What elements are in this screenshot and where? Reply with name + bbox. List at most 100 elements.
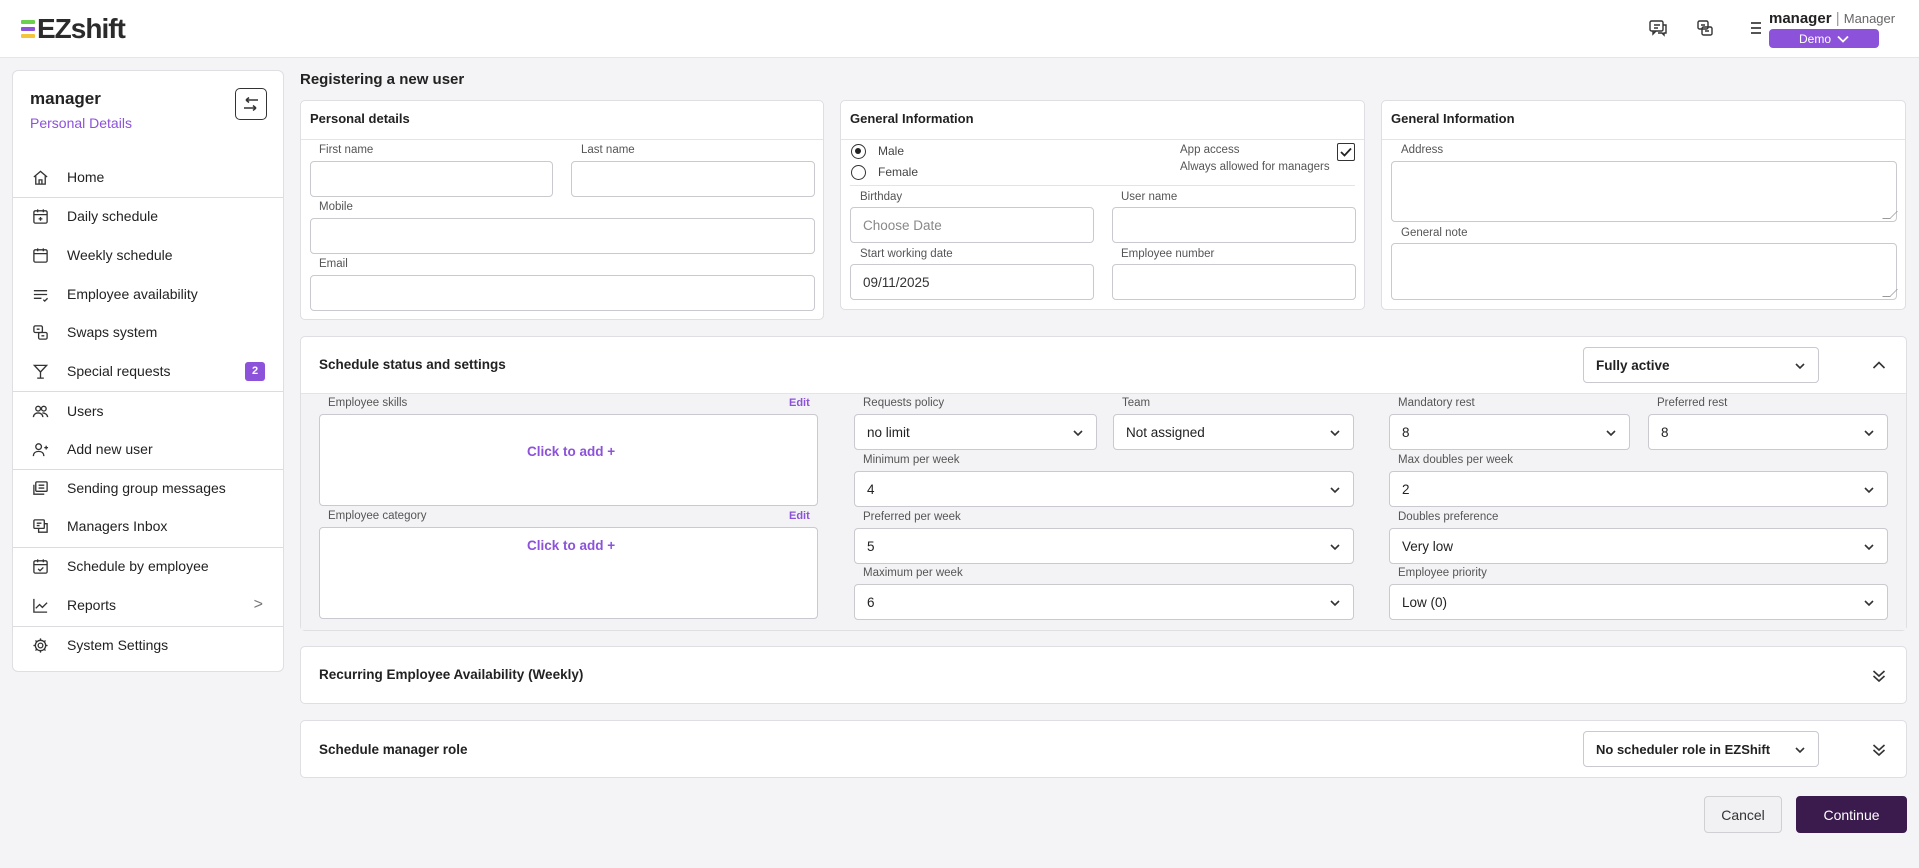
calendar-day-icon bbox=[31, 207, 49, 225]
sidebar-collapse-button[interactable] bbox=[235, 88, 267, 120]
sidebar-item-system-settings[interactable]: System Settings bbox=[13, 627, 283, 663]
max-per-week-value: 6 bbox=[867, 594, 875, 610]
start-date-label: Start working date bbox=[860, 248, 953, 260]
sidebar-item-users[interactable]: Users bbox=[13, 393, 283, 429]
menu-icon[interactable] bbox=[1751, 22, 1761, 37]
mandatory-rest-select[interactable]: 8 bbox=[1389, 414, 1630, 450]
preferred-rest-select[interactable]: 8 bbox=[1648, 414, 1888, 450]
sidebar-subtitle[interactable]: Personal Details bbox=[30, 115, 132, 131]
max-per-week-select[interactable]: 6 bbox=[854, 584, 1354, 620]
general-note-textarea[interactable] bbox=[1391, 243, 1897, 300]
chevron-right-icon: > bbox=[253, 596, 263, 613]
swap-icon[interactable] bbox=[1695, 18, 1715, 38]
sidebar-item-reports[interactable]: Reports > bbox=[13, 587, 283, 623]
birthday-label: Birthday bbox=[860, 191, 903, 203]
employee-skills-box[interactable] bbox=[319, 414, 818, 506]
max-doubles-value: 2 bbox=[1402, 481, 1410, 497]
sidebar-item-label: Sending group messages bbox=[67, 480, 226, 496]
header-user-name: manager bbox=[1769, 10, 1832, 27]
schedule-manager-role-title: Schedule manager role bbox=[319, 742, 468, 757]
app-access-note: Always allowed for managers bbox=[1180, 161, 1330, 173]
address-textarea[interactable] bbox=[1391, 161, 1897, 222]
gender-female-radio[interactable] bbox=[851, 165, 866, 180]
sidebar-item-label: System Settings bbox=[67, 637, 169, 653]
chevron-down-icon bbox=[1330, 487, 1340, 494]
collapse-section-button[interactable] bbox=[1869, 355, 1889, 375]
personal-details-title: Personal details bbox=[310, 111, 410, 126]
sidebar-divider bbox=[13, 391, 283, 392]
logo-mark bbox=[21, 20, 35, 38]
employee-category-add-link[interactable]: Click to add + bbox=[527, 538, 615, 553]
doubles-preference-label: Doubles preference bbox=[1398, 511, 1499, 523]
sidebar-item-label: Swaps system bbox=[67, 324, 158, 340]
preferred-rest-value: 8 bbox=[1661, 424, 1669, 440]
cancel-button[interactable]: Cancel bbox=[1704, 796, 1782, 833]
sidebar-item-managers-inbox[interactable]: Managers Inbox bbox=[13, 508, 283, 544]
continue-button[interactable]: Continue bbox=[1796, 796, 1907, 833]
gender-male-radio[interactable] bbox=[851, 144, 866, 159]
sidebar-item-swaps-system[interactable]: Swaps system bbox=[13, 314, 283, 350]
min-per-week-select[interactable]: 4 bbox=[854, 471, 1354, 507]
chevron-down-icon bbox=[1864, 600, 1874, 607]
last-name-input[interactable] bbox=[571, 161, 815, 197]
sidebar-item-schedule-by-employee[interactable]: Schedule by employee bbox=[13, 548, 283, 584]
user-menu[interactable]: manager | Manager Demo bbox=[1769, 10, 1909, 48]
cocktail-icon bbox=[31, 362, 49, 380]
special-requests-badge: 2 bbox=[245, 361, 265, 381]
min-per-week-value: 4 bbox=[867, 481, 875, 497]
org-select-button[interactable]: Demo bbox=[1769, 29, 1879, 48]
ezshift-logo[interactable]: EZshift bbox=[21, 14, 126, 44]
messages-icon bbox=[31, 479, 49, 497]
sidebar-user-name: manager bbox=[30, 89, 101, 108]
max-doubles-select[interactable]: 2 bbox=[1389, 471, 1888, 507]
birthday-date-input[interactable]: Choose Date bbox=[850, 207, 1094, 243]
gender-female-label: Female bbox=[878, 165, 919, 179]
mobile-input[interactable] bbox=[310, 218, 815, 254]
calendar-check-icon bbox=[31, 557, 49, 575]
chevron-down-icon bbox=[1837, 35, 1849, 43]
gender-male-label: Male bbox=[878, 144, 905, 158]
employee-category-label: Employee category bbox=[328, 510, 427, 522]
requests-policy-select[interactable]: no limit bbox=[854, 414, 1097, 450]
first-name-input[interactable] bbox=[310, 161, 553, 197]
sidebar-item-employee-availability[interactable]: Employee availability bbox=[13, 276, 283, 312]
inbox-icon bbox=[31, 517, 49, 535]
sidebar-item-special-requests[interactable]: Special requests 2 bbox=[13, 353, 283, 389]
sidebar-item-daily-schedule[interactable]: Daily schedule bbox=[13, 198, 283, 234]
sidebar-item-label: Users bbox=[67, 403, 104, 419]
mobile-label: Mobile bbox=[319, 201, 353, 213]
max-doubles-label: Max doubles per week bbox=[1398, 454, 1514, 466]
gear-icon bbox=[31, 636, 49, 654]
recurring-availability-card[interactable]: Recurring Employee Availability (Weekly) bbox=[300, 646, 1907, 704]
email-input[interactable] bbox=[310, 275, 815, 311]
sidebar-item-weekly-schedule[interactable]: Weekly schedule bbox=[13, 237, 283, 273]
sidebar-item-add-new-user[interactable]: Add new user bbox=[13, 431, 283, 467]
employee-number-label: Employee number bbox=[1121, 248, 1215, 260]
employee-number-input[interactable] bbox=[1112, 264, 1356, 300]
employment-status-select[interactable]: Fully active bbox=[1583, 347, 1819, 383]
preferred-per-week-value: 5 bbox=[867, 538, 875, 554]
sidebar-item-home[interactable]: Home bbox=[13, 159, 283, 195]
chat-icon[interactable] bbox=[1648, 18, 1668, 38]
employee-category-edit-link[interactable]: Edit bbox=[789, 510, 810, 522]
employee-priority-value: Low (0) bbox=[1402, 594, 1448, 610]
doubles-preference-select[interactable]: Very low bbox=[1389, 528, 1888, 564]
expand-section-button[interactable] bbox=[1869, 740, 1889, 760]
card-divider bbox=[1382, 139, 1905, 140]
app-access-checkbox[interactable] bbox=[1337, 143, 1355, 161]
sidebar-item-sending-group-messages[interactable]: Sending group messages bbox=[13, 470, 283, 506]
requests-policy-value: no limit bbox=[867, 424, 910, 440]
employee-priority-select[interactable]: Low (0) bbox=[1389, 584, 1888, 620]
preferred-rest-label: Preferred rest bbox=[1657, 397, 1728, 409]
preferred-per-week-select[interactable]: 5 bbox=[854, 528, 1354, 564]
start-date-input[interactable]: 09/11/2025 bbox=[850, 264, 1094, 300]
employee-skills-add-link[interactable]: Click to add + bbox=[527, 444, 615, 459]
expand-section-button[interactable] bbox=[1869, 666, 1889, 686]
employee-skills-edit-link[interactable]: Edit bbox=[789, 397, 810, 409]
chevron-up-icon bbox=[1872, 361, 1886, 369]
username-input[interactable] bbox=[1112, 207, 1356, 243]
scheduler-role-select[interactable]: No scheduler role in EZShift bbox=[1583, 731, 1819, 767]
chevron-down-icon bbox=[1795, 363, 1805, 370]
header-user-role: Manager bbox=[1843, 11, 1896, 26]
team-select[interactable]: Not assigned bbox=[1113, 414, 1354, 450]
